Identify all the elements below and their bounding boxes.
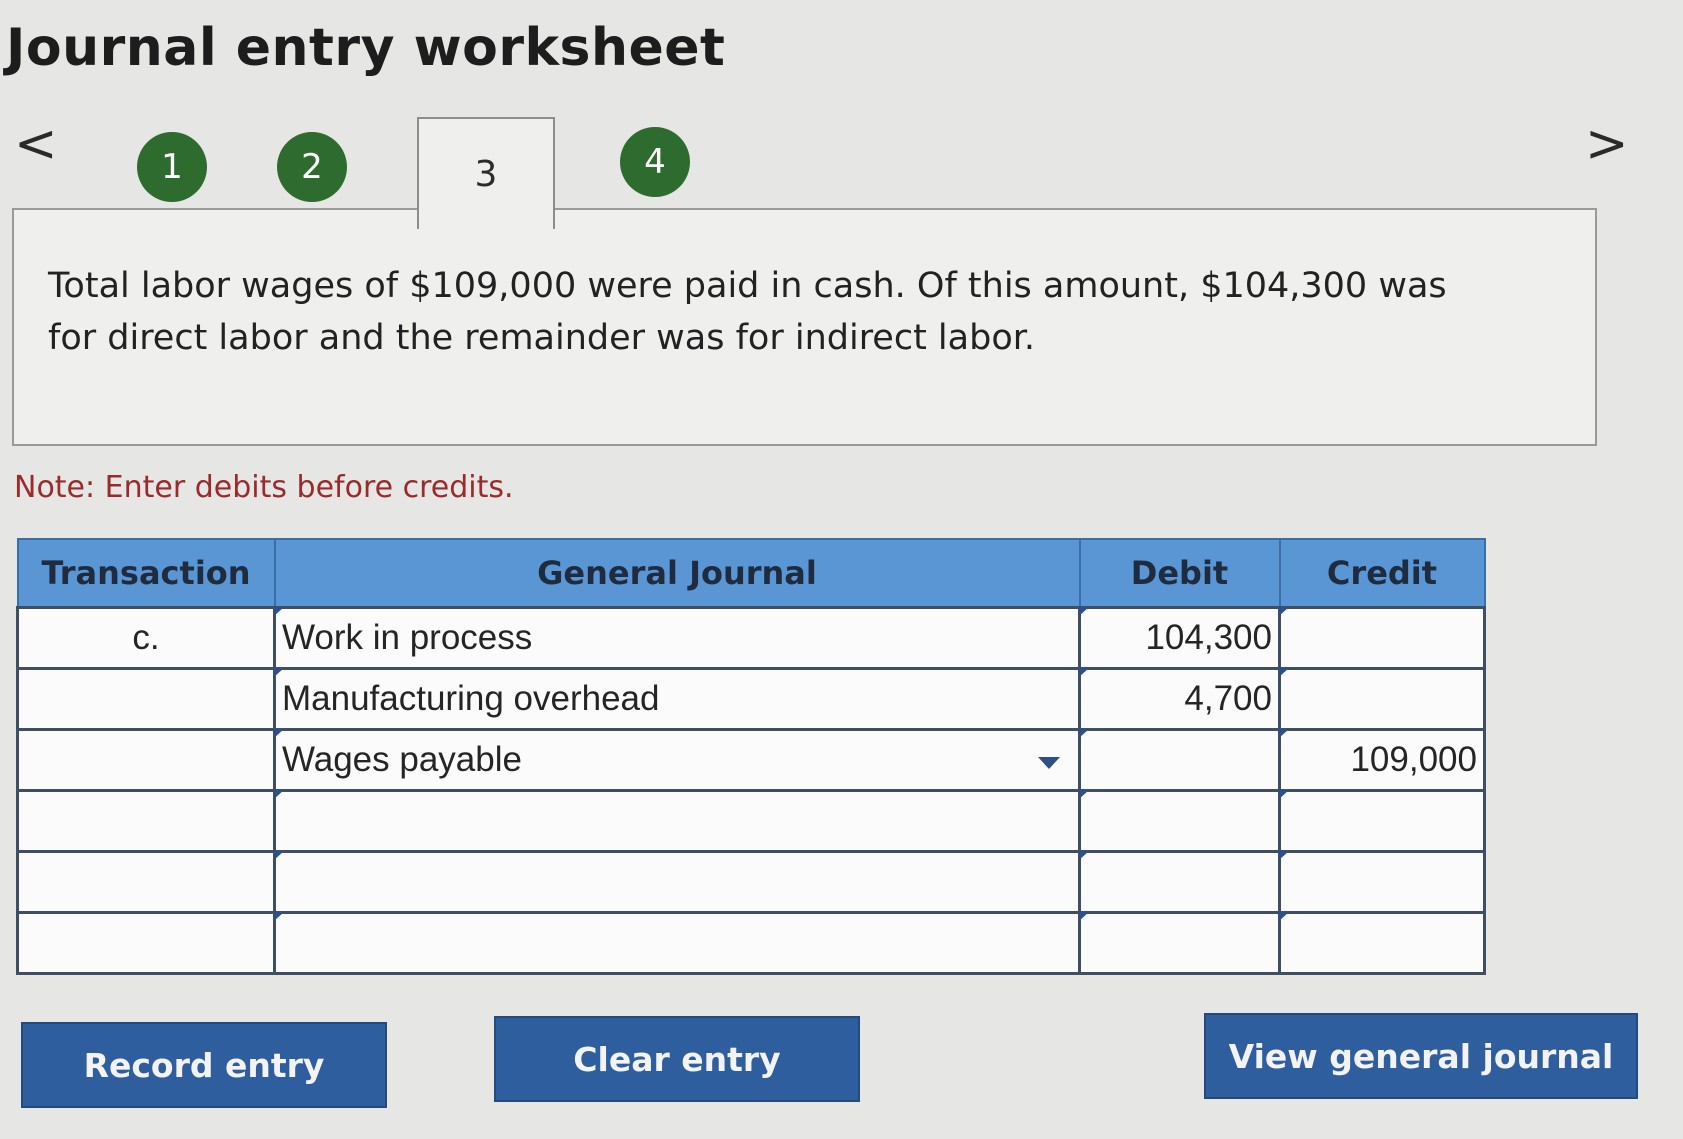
cell-flag-icon [274, 729, 284, 738]
debit-field[interactable] [1078, 789, 1281, 853]
header-general-journal: General Journal [273, 538, 1081, 609]
cell-flag-icon [274, 790, 284, 799]
journal-table: Transaction General Journal Debit Credit… [16, 538, 1486, 975]
dropdown-arrow-icon[interactable] [1038, 757, 1060, 769]
cell-flag-icon [274, 912, 284, 921]
credit-field[interactable] [1278, 911, 1486, 975]
view-general-journal-button[interactable]: View general journal [1204, 1013, 1638, 1099]
question-text: Total labor wages of $109,000 were paid … [48, 266, 1447, 358]
chevron-left-icon[interactable]: < [14, 118, 58, 170]
cell-flag-icon [1279, 607, 1289, 616]
transaction-cell [16, 850, 276, 914]
transaction-cell [16, 728, 276, 792]
table-row [16, 911, 1486, 975]
transaction-cell [16, 789, 276, 853]
table-row: Wages payable 109,000 [16, 728, 1486, 792]
clear-entry-button[interactable]: Clear entry [494, 1016, 860, 1102]
cell-flag-icon [274, 851, 284, 860]
credit-field[interactable] [1278, 850, 1486, 914]
debit-field[interactable] [1078, 911, 1281, 975]
account-field[interactable]: Work in process [273, 606, 1081, 670]
cell-flag-icon [1079, 912, 1089, 921]
cell-flag-icon [1279, 668, 1289, 677]
note-text: Note: Enter debits before credits. [14, 470, 514, 505]
cell-flag-icon [1079, 790, 1089, 799]
header-credit: Credit [1278, 538, 1486, 609]
step-3-tab-current[interactable]: 3 [417, 117, 555, 229]
debit-field[interactable] [1078, 728, 1281, 792]
cell-flag-icon [1079, 729, 1089, 738]
account-field[interactable] [273, 911, 1081, 975]
transaction-cell: c. [16, 606, 276, 670]
cell-flag-icon [1079, 851, 1089, 860]
account-select[interactable]: Wages payable [273, 728, 1081, 792]
header-debit: Debit [1078, 538, 1281, 609]
credit-field[interactable] [1278, 789, 1486, 853]
page-title: Journal entry worksheet [6, 18, 726, 78]
credit-field[interactable] [1278, 606, 1486, 670]
cell-flag-icon [1279, 790, 1289, 799]
step-1-button[interactable]: 1 [137, 132, 207, 202]
table-row: c. Work in process 104,300 [16, 606, 1486, 670]
transaction-cell [16, 911, 276, 975]
account-field[interactable] [273, 850, 1081, 914]
account-field[interactable]: Manufacturing overhead [273, 667, 1081, 731]
step-4-button[interactable]: 4 [620, 127, 690, 197]
transaction-cell [16, 667, 276, 731]
credit-field[interactable]: 109,000 [1278, 728, 1486, 792]
table-header-row: Transaction General Journal Debit Credit [16, 538, 1486, 609]
cell-flag-icon [1279, 729, 1289, 738]
account-field[interactable] [273, 789, 1081, 853]
table-row: Manufacturing overhead 4,700 [16, 667, 1486, 731]
cell-flag-icon [1079, 668, 1089, 677]
step-2-button[interactable]: 2 [277, 132, 347, 202]
record-entry-button[interactable]: Record entry [21, 1022, 387, 1108]
cell-flag-icon [1279, 912, 1289, 921]
debit-field[interactable] [1078, 850, 1281, 914]
cell-flag-icon [274, 607, 284, 616]
debit-field[interactable]: 104,300 [1078, 606, 1281, 670]
cell-flag-icon [274, 668, 284, 677]
debit-field[interactable]: 4,700 [1078, 667, 1281, 731]
chevron-right-icon[interactable]: > [1585, 118, 1629, 170]
header-transaction: Transaction [16, 538, 276, 609]
cell-flag-icon [1079, 607, 1089, 616]
table-row [16, 789, 1486, 853]
account-select-value: Wages payable [282, 740, 522, 779]
credit-field[interactable] [1278, 667, 1486, 731]
question-panel: Total labor wages of $109,000 were paid … [12, 208, 1597, 446]
cell-flag-icon [1279, 851, 1289, 860]
table-row [16, 850, 1486, 914]
